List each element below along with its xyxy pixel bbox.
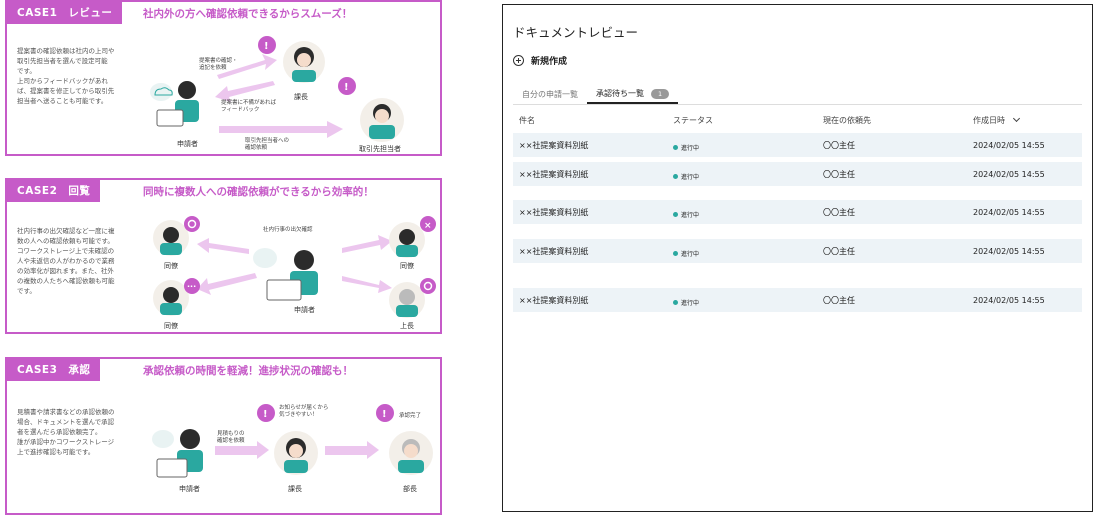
svg-text:···: ··· (187, 282, 196, 291)
applicant-figure (150, 81, 199, 127)
applicant-figure (253, 248, 318, 301)
svg-text:×: × (424, 221, 432, 231)
arrow-icon (325, 446, 367, 455)
arrow-icon (219, 126, 327, 133)
status-dot-icon (673, 173, 678, 179)
tab-my-requests[interactable]: 自分の申請一覧 (513, 85, 587, 104)
status-badge: 進行中 (668, 298, 818, 307)
case3-illustration: ! ! (152, 404, 433, 478)
row-created: 2024/02/05 14:55 (973, 246, 1045, 256)
new-document-button[interactable]: 新規作成 (513, 54, 567, 67)
row-subject: ××社提案資料別紙 (519, 140, 589, 150)
applicant-figure (152, 429, 203, 478)
new-document-label: 新規作成 (531, 57, 568, 67)
case1-card: CASE1 レビュー 社内外の方へ確認依頼できるからスムーズ！ 提案書の確認依頼… (5, 0, 442, 156)
plus-circle-icon (513, 55, 524, 66)
row-created: 2024/02/05 14:55 (973, 140, 1045, 150)
status-badge: 進行中 (668, 210, 818, 219)
status-text: 進行中 (681, 211, 700, 219)
review-tabs: 自分の申請一覧 承認待ち一覧 1 (513, 85, 1082, 105)
row-subject: ××社提案資料別紙 (519, 207, 589, 217)
status-text: 進行中 (681, 173, 700, 181)
arrow-icon (342, 235, 392, 253)
row-created: 2024/02/05 14:55 (973, 295, 1045, 305)
colleague-figure: × (389, 216, 436, 258)
tab-pending-approvals[interactable]: 承認待ち一覧 1 (587, 85, 679, 104)
row-subject: ××社提案資料別紙 (519, 169, 589, 179)
manager-figure: ! (257, 404, 318, 475)
document-review-panel: ドキュメントレビュー 新規作成 自分の申請一覧 承認待ち一覧 1 件名 ステータ… (502, 4, 1093, 512)
status-text: 進行中 (681, 250, 700, 258)
status-dot-icon (673, 299, 678, 305)
status-text: 進行中 (681, 144, 700, 152)
row-assignee: 〇〇主任 (823, 169, 855, 179)
count-badge: 1 (651, 88, 670, 99)
status-dot-icon (673, 144, 678, 150)
column-header-subject: 件名 (519, 115, 535, 125)
colleague-figure: ··· (153, 278, 200, 316)
chevron-down-icon[interactable] (1012, 114, 1021, 122)
row-created: 2024/02/05 14:55 (973, 207, 1045, 217)
status-badge: 進行中 (668, 249, 818, 258)
table-row[interactable]: ××社提案資料別紙 進行中 〇〇主任 2024/02/05 14:55 (513, 133, 1082, 157)
table-row[interactable]: ××社提案資料別紙 進行中 〇〇主任 2024/02/05 14:55 (513, 288, 1082, 312)
table-row[interactable]: ××社提案資料別紙 進行中 〇〇主任 2024/02/05 14:55 (513, 239, 1082, 263)
client-figure: ! (338, 77, 404, 142)
svg-text:!: ! (263, 409, 268, 420)
arrow-icon (342, 276, 392, 293)
arrow-icon (215, 446, 257, 455)
arrow-icon (217, 54, 277, 79)
status-dot-icon (673, 211, 678, 217)
status-badge: 進行中 (668, 143, 818, 152)
page-title: ドキュメントレビュー (513, 25, 639, 40)
arrow-icon (197, 238, 249, 254)
colleague-figure (153, 216, 200, 256)
column-header-status: ステータス (673, 115, 713, 125)
status-dot-icon (673, 250, 678, 256)
column-header-created-label: 作成日時 (973, 115, 1005, 125)
row-assignee: 〇〇主任 (823, 295, 855, 305)
svg-text:!: ! (264, 41, 269, 52)
svg-text:!: ! (382, 409, 387, 420)
case2-card: CASE2 回覧 同時に複数人への確認依頼ができるから効率的！ 社内行事の出欠確… (5, 178, 442, 334)
table-header: 件名 ステータス 現在の依頼先 作成日時 (513, 109, 1082, 131)
row-created: 2024/02/05 14:55 (973, 169, 1045, 179)
row-assignee: 〇〇主任 (823, 140, 855, 150)
arrow-icon (197, 273, 257, 295)
status-badge: 進行中 (668, 172, 818, 181)
boss-figure (389, 278, 436, 318)
column-header-assignee: 現在の依頼先 (823, 115, 871, 125)
row-assignee: 〇〇主任 (823, 246, 855, 256)
case2-illustration: ··· × (153, 216, 436, 318)
table-row[interactable]: ××社提案資料別紙 進行中 〇〇主任 2024/02/05 14:55 (513, 162, 1082, 186)
case1-illustration: ! ! (150, 36, 404, 142)
row-subject: ××社提案資料別紙 (519, 295, 589, 305)
case3-card: CASE3 承認 承認依頼の時間を軽減！進捗状況の確認も！ 見積書や請求書などの… (5, 357, 442, 515)
row-subject: ××社提案資料別紙 (519, 246, 589, 256)
svg-text:!: ! (344, 82, 349, 93)
row-assignee: 〇〇主任 (823, 207, 855, 217)
director-figure: ! (376, 404, 433, 475)
tab-my-requests-label: 自分の申請一覧 (522, 90, 578, 99)
column-header-created[interactable]: 作成日時 (968, 114, 1082, 126)
status-text: 進行中 (681, 299, 700, 307)
arrow-icon (215, 81, 275, 102)
tab-pending-approvals-label: 承認待ち一覧 (596, 89, 644, 98)
table-row[interactable]: ××社提案資料別紙 進行中 〇〇主任 2024/02/05 14:55 (513, 200, 1082, 224)
